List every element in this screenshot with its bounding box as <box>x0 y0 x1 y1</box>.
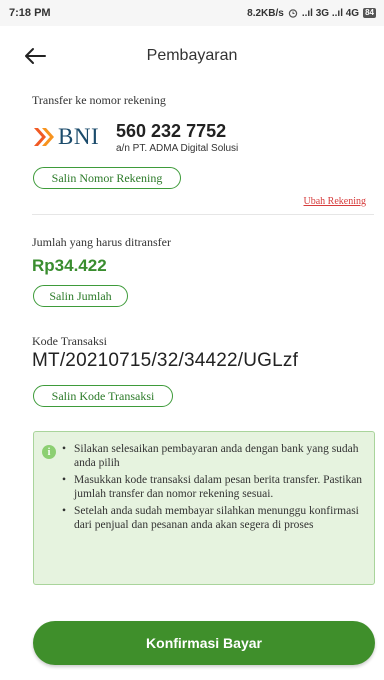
network-speed: 8.2KB/s <box>247 7 284 19</box>
info-list: Silakan selesaikan pembayaran anda denga… <box>62 442 368 535</box>
status-indicators: 8.2KB/s ..ıl 3G ..ıl 4G 84 <box>247 8 376 19</box>
transaction-label: Kode Transaksi <box>32 334 108 348</box>
divider <box>32 214 374 215</box>
info-item: Setelah anda sudah membayar silahkan men… <box>62 504 368 532</box>
amount-label: Jumlah yang harus ditransfer <box>32 235 171 249</box>
info-icon: i <box>42 445 56 459</box>
confirm-payment-button[interactable]: Konfirmasi Bayar <box>33 621 375 665</box>
copy-amount-button[interactable]: Salin Jumlah <box>33 285 128 307</box>
info-box: i Silakan selesaikan pembayaran anda den… <box>33 431 375 585</box>
copy-account-button[interactable]: Salin Nomor Rekening <box>33 167 181 189</box>
signal-icon: ..ıl 3G ..ıl 4G <box>301 7 360 19</box>
change-account-link[interactable]: Ubah Rekening <box>304 196 367 207</box>
copy-transaction-button[interactable]: Salin Kode Transaksi <box>33 385 173 407</box>
transfer-label: Transfer ke nomor rekening <box>32 93 166 107</box>
app-header: Pembayaran <box>0 26 384 86</box>
info-item: Silakan selesaikan pembayaran anda denga… <box>62 442 368 470</box>
bank-logo: BNI <box>33 124 99 150</box>
info-item: Masukkan kode transaksi dalam pesan beri… <box>62 473 368 501</box>
status-time: 7:18 PM <box>9 7 51 19</box>
back-arrow-icon[interactable] <box>24 47 46 65</box>
account-number: 560 232 7752 <box>116 121 227 141</box>
account-holder: a/n PT. ADMA Digital Solusi <box>116 143 239 154</box>
alarm-icon <box>288 9 298 18</box>
battery-icon: 84 <box>363 8 376 18</box>
page-title: Pembayaran <box>146 47 238 64</box>
transaction-code: MT/20210715/32/34422/UGLzf <box>32 350 299 371</box>
amount-value: Rp34.422 <box>32 256 107 275</box>
bni-logo-icon <box>34 128 54 146</box>
bank-name: BNI <box>58 124 100 149</box>
status-bar: 7:18 PM 8.2KB/s ..ıl 3G ..ıl 4G 84 <box>0 0 384 26</box>
